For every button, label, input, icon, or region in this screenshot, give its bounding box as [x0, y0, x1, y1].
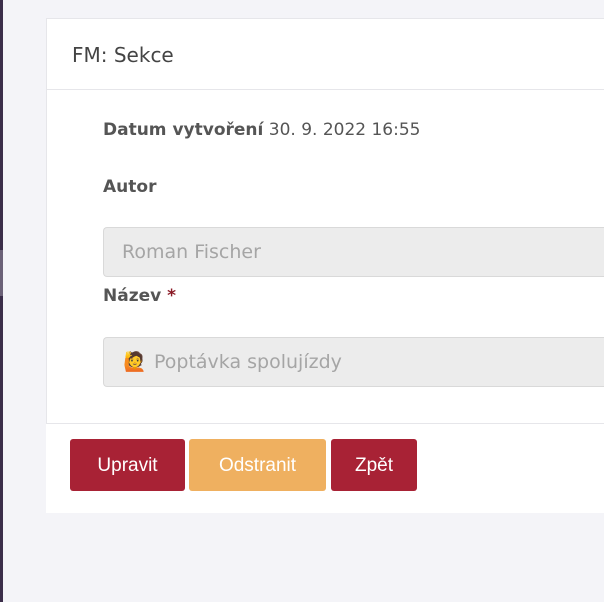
card-body: Datum vytvoření 30. 9. 2022 16:55 Autor …	[46, 90, 604, 424]
author-label: Autor	[103, 177, 157, 197]
name-label-row: Název *	[103, 286, 176, 306]
created-date-label: Datum vytvoření	[103, 120, 264, 140]
raising-hand-icon: 🙋	[123, 351, 147, 373]
name-field[interactable]: 🙋 Poptávka spolujízdy	[103, 337, 604, 387]
card-header: FM: Sekce	[46, 18, 604, 90]
created-date-row: Datum vytvoření 30. 9. 2022 16:55	[103, 120, 420, 140]
name-value: Poptávka spolujízdy	[154, 351, 342, 373]
back-button[interactable]: Zpět	[331, 439, 417, 491]
card-title: FM: Sekce	[72, 43, 174, 67]
created-date-value: 30. 9. 2022 16:55	[268, 120, 421, 140]
sidebar-edge	[0, 0, 3, 602]
author-value: Roman Fischer	[122, 241, 261, 263]
author-field[interactable]: Roman Fischer	[103, 227, 604, 277]
required-marker: *	[167, 286, 177, 306]
detail-card: FM: Sekce Datum vytvoření 30. 9. 2022 16…	[46, 18, 604, 513]
sidebar-edge-highlight	[0, 250, 3, 296]
edit-button[interactable]: Upravit	[70, 439, 185, 491]
delete-button[interactable]: Odstranit	[189, 439, 326, 491]
name-label: Název	[103, 286, 162, 306]
